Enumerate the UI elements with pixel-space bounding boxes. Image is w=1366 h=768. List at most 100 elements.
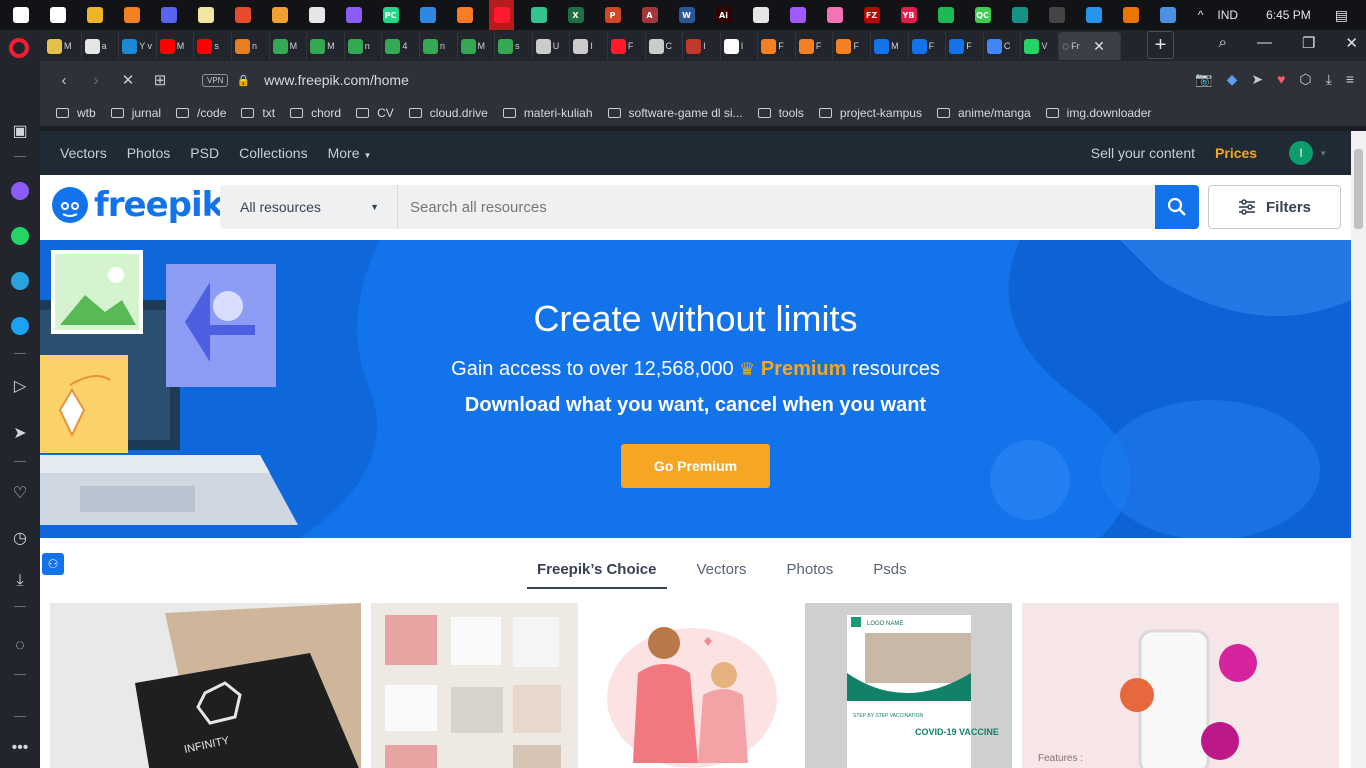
go-premium-button[interactable]: Go Premium	[621, 444, 770, 488]
browser-tab[interactable]: 4	[382, 32, 420, 60]
favorites-icon[interactable]: ♡	[10, 483, 30, 503]
browser-tab[interactable]: V	[1021, 32, 1060, 60]
scrollbar-thumb[interactable]	[1354, 149, 1363, 229]
browser-tab[interactable]: M	[44, 32, 82, 60]
notepad-icon[interactable]	[193, 0, 218, 30]
illustrator-icon[interactable]: Ai	[711, 0, 736, 30]
bookmark-folder[interactable]: project-kampus	[818, 106, 922, 120]
search-input[interactable]	[410, 198, 1110, 216]
speed-dial-grid-icon[interactable]: ⊞	[152, 71, 168, 89]
send-icon[interactable]: ➤	[10, 423, 30, 443]
tab-psds[interactable]: Psds	[863, 551, 916, 589]
avatar[interactable]: I	[1289, 141, 1314, 165]
bookmark-folder[interactable]: chord	[290, 106, 341, 120]
back-button[interactable]: ‹	[56, 72, 72, 89]
windows-start-icon[interactable]	[8, 0, 33, 30]
tab-freepiks-choice[interactable]: Freepik’s Choice	[527, 551, 667, 589]
chevron-down-icon[interactable]: ▼	[1319, 149, 1327, 158]
minimize-button[interactable]: —	[1257, 34, 1272, 52]
access-icon[interactable]: A	[637, 0, 662, 30]
browser-tab[interactable]: s	[495, 32, 533, 60]
cube-icon[interactable]: ⬡	[1299, 71, 1311, 88]
bookmark-folder[interactable]: tools	[757, 106, 804, 120]
messenger-icon[interactable]	[10, 181, 30, 201]
telegram-icon[interactable]	[10, 271, 30, 291]
browser-tab[interactable]: F	[946, 32, 984, 60]
notifications-icon[interactable]: ▤	[1335, 7, 1348, 24]
browser-tab[interactable]: n	[345, 32, 383, 60]
twitter-icon[interactable]	[10, 316, 30, 336]
forward-button[interactable]: ›	[88, 72, 104, 89]
powerpoint-icon[interactable]: P	[600, 0, 625, 30]
bookmark-folder[interactable]: /code	[176, 106, 226, 120]
tray-chevron-icon[interactable]: ^	[1198, 8, 1204, 22]
close-tab-icon[interactable]: ✕	[1093, 38, 1105, 55]
active-browser-tab[interactable]: ◌ Fr ✕	[1059, 32, 1122, 60]
nav-photos[interactable]: Photos	[127, 145, 171, 161]
nav-psd[interactable]: PSD	[190, 145, 219, 161]
hammer-icon[interactable]	[267, 0, 292, 30]
browser-tab[interactable]: I	[683, 32, 721, 60]
spotify-icon[interactable]	[933, 0, 958, 30]
resource-type-select[interactable]: All resources ▼	[220, 185, 398, 229]
file-explorer-icon[interactable]	[82, 0, 107, 30]
snapshot-icon[interactable]: 📷	[1195, 71, 1212, 88]
gamepad-icon[interactable]	[304, 0, 329, 30]
history-icon[interactable]: ◷	[10, 528, 30, 548]
workspaces-icon[interactable]: ▣	[10, 121, 30, 141]
browser-tab[interactable]: s	[194, 32, 232, 60]
close-window-button[interactable]: ✕	[1345, 34, 1358, 52]
browser-tab[interactable]: a	[82, 32, 120, 60]
blender-icon[interactable]	[1118, 0, 1143, 30]
document-icon[interactable]	[748, 0, 773, 30]
discord-icon[interactable]	[156, 0, 181, 30]
docker-icon[interactable]	[1081, 0, 1106, 30]
prices-link[interactable]: Prices	[1215, 145, 1257, 161]
lightbulb-icon[interactable]: ◌	[10, 636, 30, 656]
thumbnail-instagram-mockup[interactable]: Features :	[1022, 603, 1339, 768]
download-icon[interactable]: ⤓	[1326, 71, 1332, 88]
sell-content-link[interactable]: Sell your content	[1091, 145, 1195, 161]
bookmark-folder[interactable]: jurnal	[110, 106, 161, 120]
browser-tab[interactable]: I	[721, 32, 759, 60]
vlc-icon[interactable]	[119, 0, 144, 30]
page-scrollbar[interactable]	[1351, 131, 1366, 768]
browser-tab[interactable]: Y v	[119, 32, 157, 60]
browser-tab[interactable]: n	[232, 32, 270, 60]
freepik-logo[interactable]: freepik	[52, 185, 224, 225]
edge-icon[interactable]	[526, 0, 551, 30]
nav-more[interactable]: More ▼	[328, 145, 372, 161]
nav-vectors[interactable]: Vectors	[60, 145, 107, 161]
figma-icon[interactable]	[785, 0, 810, 30]
browser-tab[interactable]: F	[758, 32, 796, 60]
opera-logo-icon[interactable]	[9, 38, 29, 58]
browser-tab[interactable]: M	[871, 32, 909, 60]
bookmark-folder[interactable]: cloud.drive	[408, 106, 488, 120]
pycharm-icon[interactable]: PC	[378, 0, 403, 30]
bookmark-folder[interactable]: materi-kuliah	[502, 106, 593, 120]
opera-icon[interactable]	[489, 0, 514, 30]
xampp-icon[interactable]	[452, 0, 477, 30]
browser-tab[interactable]: C	[984, 32, 1022, 60]
excel-icon[interactable]: X	[563, 0, 588, 30]
player-icon[interactable]: ▷	[10, 376, 30, 396]
browser-tab[interactable]: M	[270, 32, 308, 60]
heart-icon[interactable]: ♥	[1277, 71, 1285, 88]
more-icon[interactable]: •••	[10, 738, 30, 758]
browser-tab[interactable]: M	[307, 32, 345, 60]
browser-tab[interactable]: F	[796, 32, 834, 60]
browser-tab[interactable]: M	[458, 32, 496, 60]
browser-tab[interactable]: F	[608, 32, 646, 60]
easy-setup-icon[interactable]: ≡	[1346, 71, 1354, 88]
whatsapp-icon[interactable]	[10, 226, 30, 246]
tab-search-icon[interactable]: ⌕	[1219, 34, 1227, 52]
settings-gear-icon[interactable]	[45, 0, 70, 30]
browser-tab[interactable]: n	[420, 32, 458, 60]
photos-icon[interactable]	[1155, 0, 1180, 30]
nav-collections[interactable]: Collections	[239, 145, 307, 161]
browser-tab[interactable]: U	[533, 32, 571, 60]
user-follow-icon[interactable]: ⚇	[42, 553, 64, 575]
qtcreator-icon[interactable]: QC	[970, 0, 995, 30]
filters-button[interactable]: Filters	[1208, 185, 1341, 229]
lock-icon[interactable]: 🔒	[236, 74, 250, 87]
